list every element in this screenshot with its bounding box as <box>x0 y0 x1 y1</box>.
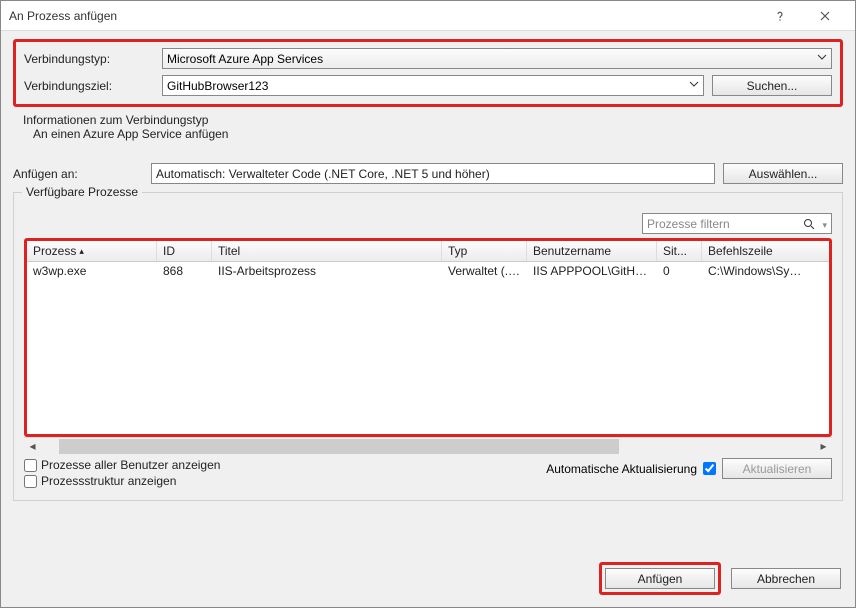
auto-refresh-label: Automatische Aktualisierung <box>546 462 697 476</box>
attach-to-value: Automatisch: Verwalteter Code (.NET Core… <box>156 167 490 181</box>
attach-to-label: Anfügen an: <box>13 167 143 181</box>
connection-type-label: Verbindungstyp: <box>24 52 154 66</box>
show-tree-input[interactable] <box>24 475 37 488</box>
cell-session: 0 <box>657 262 702 280</box>
refresh-button[interactable]: Aktualisieren <box>722 458 832 479</box>
connection-info: Informationen zum Verbindungstyp An eine… <box>13 111 843 147</box>
col-session[interactable]: Sit... <box>657 241 702 261</box>
available-processes-group: Verfügbare Prozesse Prozesse filtern ▾ P… <box>13 192 843 501</box>
dialog-content: Verbindungstyp: Microsoft Azure App Serv… <box>1 31 855 509</box>
auto-refresh-checkbox[interactable] <box>703 462 716 475</box>
connection-info-line: An einen Azure App Service anfügen <box>23 127 841 141</box>
search-icon <box>803 218 815 230</box>
help-button[interactable] <box>757 1 802 30</box>
cell-user: IIS APPPOOL\GitHub... <box>527 262 657 280</box>
chevron-down-icon <box>817 52 827 62</box>
chevron-down-icon <box>689 79 699 89</box>
attach-button[interactable]: Anfügen <box>605 568 715 589</box>
chevron-down-icon[interactable]: ▾ <box>822 220 827 231</box>
dialog-buttons: Anfügen Abbrechen <box>599 562 841 595</box>
sort-asc-icon: ▴ <box>79 246 84 257</box>
show-tree-checkbox[interactable]: Prozessstruktur anzeigen <box>24 474 546 488</box>
col-cmdline[interactable]: Befehlszeile <box>702 241 808 261</box>
connection-target-value: GitHubBrowser123 <box>167 79 268 93</box>
col-type[interactable]: Typ <box>442 241 527 261</box>
connection-target-combo[interactable]: GitHubBrowser123 <box>162 75 704 96</box>
dialog-title: An Prozess anfügen <box>9 9 757 23</box>
horizontal-scrollbar[interactable]: ◂ ▸ <box>24 437 832 454</box>
connection-type-dropdown[interactable]: Microsoft Azure App Services <box>162 48 832 69</box>
col-title[interactable]: Titel <box>212 241 442 261</box>
cell-id: 868 <box>157 262 212 280</box>
cell-type: Verwaltet (.N... <box>442 262 527 280</box>
connection-section-highlight: Verbindungstyp: Microsoft Azure App Serv… <box>13 39 843 107</box>
filter-placeholder: Prozesse filtern <box>647 217 730 231</box>
dialog-window: An Prozess anfügen Verbindungstyp: Micro… <box>0 0 856 608</box>
process-table-highlight: Prozess▴ ID Titel Typ Benutzername Sit..… <box>24 238 832 437</box>
select-attach-button[interactable]: Auswählen... <box>723 163 843 184</box>
show-all-users-checkbox[interactable]: Prozesse aller Benutzer anzeigen <box>24 458 546 472</box>
cell-title: IIS-Arbeitsprozess <box>212 262 442 280</box>
process-table-body: w3wp.exe 868 IIS-Arbeitsprozess Verwalte… <box>27 262 829 434</box>
process-filter-input[interactable]: Prozesse filtern ▾ <box>642 213 832 234</box>
connection-target-label: Verbindungsziel: <box>24 79 154 93</box>
scroll-right-icon[interactable]: ▸ <box>815 439 832 453</box>
col-process[interactable]: Prozess▴ <box>27 241 157 261</box>
cancel-button[interactable]: Abbrechen <box>731 568 841 589</box>
available-processes-legend: Verfügbare Prozesse <box>22 185 142 199</box>
process-table-header: Prozess▴ ID Titel Typ Benutzername Sit..… <box>27 241 829 262</box>
cell-process: w3wp.exe <box>27 262 157 280</box>
scroll-left-icon[interactable]: ◂ <box>24 439 41 453</box>
close-button[interactable] <box>802 1 847 30</box>
connection-info-heading: Informationen zum Verbindungstyp <box>23 113 841 127</box>
attach-button-highlight: Anfügen <box>599 562 721 595</box>
show-all-users-input[interactable] <box>24 459 37 472</box>
titlebar: An Prozess anfügen <box>1 1 855 31</box>
search-button[interactable]: Suchen... <box>712 75 832 96</box>
scroll-thumb[interactable] <box>59 439 619 454</box>
attach-to-value-box: Automatisch: Verwalteter Code (.NET Core… <box>151 163 715 184</box>
cell-cmdline: C:\Windows\SysW <box>702 262 808 280</box>
table-row[interactable]: w3wp.exe 868 IIS-Arbeitsprozess Verwalte… <box>27 262 829 280</box>
col-id[interactable]: ID <box>157 241 212 261</box>
col-user[interactable]: Benutzername <box>527 241 657 261</box>
connection-type-value: Microsoft Azure App Services <box>167 52 323 66</box>
